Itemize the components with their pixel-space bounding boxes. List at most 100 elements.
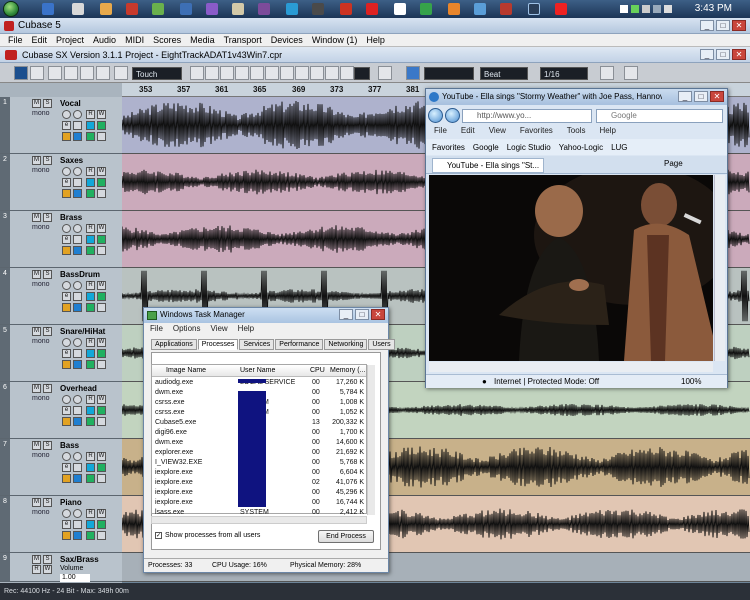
record-enable-icon[interactable]	[62, 509, 71, 518]
automation-mode-select[interactable]: Touch	[132, 67, 182, 80]
lane-icon[interactable]	[86, 178, 95, 187]
eq-icon[interactable]	[97, 246, 106, 255]
tm-menu-help[interactable]: Help	[238, 324, 254, 336]
app-icon[interactable]	[152, 3, 164, 15]
record-enable-icon[interactable]	[62, 110, 71, 119]
track-name[interactable]: Bass	[60, 441, 79, 450]
write-automation-button[interactable]: W	[43, 565, 52, 574]
lock-icon[interactable]	[62, 474, 71, 483]
lock-icon[interactable]	[62, 303, 71, 312]
stop-icon[interactable]	[64, 66, 78, 80]
column-memory[interactable]: Memory (...	[330, 367, 365, 374]
freeze-icon[interactable]	[73, 121, 82, 130]
menu-audio[interactable]: Audio	[93, 34, 116, 46]
solo-button[interactable]: S	[43, 441, 52, 450]
tm-menu-file[interactable]: File	[150, 324, 163, 336]
lane-icon[interactable]	[86, 406, 95, 415]
close-button[interactable]: ✕	[732, 20, 746, 31]
minimize-button[interactable]: _	[678, 91, 692, 102]
freeze-icon[interactable]	[73, 235, 82, 244]
lane-icon[interactable]	[86, 463, 95, 472]
close-button[interactable]: ✕	[371, 309, 385, 320]
app-icon[interactable]	[420, 3, 432, 15]
lock-icon[interactable]	[62, 531, 71, 540]
solo-button[interactable]: S	[43, 156, 52, 165]
record-enable-icon[interactable]	[62, 395, 71, 404]
tab-networking[interactable]: Networking	[324, 339, 368, 350]
range-tool-icon[interactable]	[205, 66, 219, 80]
monitor-icon[interactable]	[73, 110, 82, 119]
time-base-icon[interactable]	[97, 178, 106, 187]
solo-button[interactable]: S	[43, 213, 52, 222]
tm-menu-view[interactable]: View	[210, 324, 227, 336]
app-icon[interactable]	[100, 3, 112, 15]
eq-icon[interactable]	[97, 531, 106, 540]
column-cpu[interactable]: CPU	[310, 367, 325, 374]
favorite-link[interactable]: Google	[473, 143, 499, 152]
edit-channel-icon[interactable]: e	[62, 292, 71, 301]
maximize-button[interactable]: □	[694, 91, 708, 102]
favorite-link[interactable]: Logic Studio	[507, 143, 551, 152]
cycle-icon[interactable]	[96, 66, 110, 80]
write-automation-button[interactable]: W	[97, 452, 106, 461]
write-automation-button[interactable]: W	[97, 509, 106, 518]
minimize-button[interactable]: _	[700, 49, 714, 60]
search-input[interactable]: Google	[596, 109, 723, 123]
line-tool-icon[interactable]	[310, 66, 324, 80]
video-player[interactable]	[429, 175, 713, 361]
track-header[interactable]: 7 M S Bass mono R We	[0, 439, 122, 496]
track-name[interactable]: Piano	[60, 498, 82, 507]
app-icon[interactable]	[180, 3, 192, 15]
ie-vertical-scrollbar[interactable]	[714, 175, 725, 361]
maximize-button[interactable]: □	[716, 49, 730, 60]
track-name[interactable]: Snare/HiHat	[60, 327, 105, 336]
edit-channel-icon[interactable]: e	[62, 121, 71, 130]
menu-window[interactable]: Window (1)	[312, 34, 358, 46]
app-icon[interactable]	[42, 3, 54, 15]
menu-edit[interactable]: Edit	[32, 34, 48, 46]
record-enable-icon[interactable]	[62, 281, 71, 290]
lane-icon[interactable]	[86, 349, 95, 358]
favorites-button[interactable]: Favorites	[432, 143, 465, 152]
tab-applications[interactable]: Applications	[151, 339, 197, 350]
record-enable-icon[interactable]	[62, 167, 71, 176]
freeze-icon[interactable]	[73, 292, 82, 301]
nudge-select[interactable]	[354, 67, 370, 80]
monitor-icon[interactable]	[73, 452, 82, 461]
lane-icon[interactable]	[86, 520, 95, 529]
mute-button[interactable]: M	[32, 270, 41, 279]
read-automation-button[interactable]: R	[86, 452, 95, 461]
write-automation-button[interactable]: W	[97, 110, 106, 119]
checkbox[interactable]: ✓	[155, 532, 162, 539]
insert-icon[interactable]	[86, 189, 95, 198]
time-warp-tool-icon[interactable]	[280, 66, 294, 80]
start-button[interactable]	[3, 1, 19, 17]
address-bar[interactable]: http://www.yo...	[462, 109, 592, 123]
ie-menu-file[interactable]: File	[434, 126, 447, 138]
lane-icon[interactable]	[86, 235, 95, 244]
lane-icon[interactable]	[86, 121, 95, 130]
time-base-icon[interactable]	[97, 235, 106, 244]
edit-channel-icon[interactable]: e	[62, 349, 71, 358]
menu-project[interactable]: Project	[56, 34, 84, 46]
write-automation-button[interactable]: W	[97, 281, 106, 290]
track-header[interactable]: 5 M S Snare/HiHat mono R We	[0, 325, 122, 382]
mute-button[interactable]: M	[32, 384, 41, 393]
monitor-icon[interactable]	[73, 224, 82, 233]
insert-icon[interactable]	[86, 417, 95, 426]
track-name[interactable]: Saxes	[60, 156, 83, 165]
read-automation-button[interactable]: R	[86, 509, 95, 518]
lock-icon[interactable]	[62, 246, 71, 255]
menu-media[interactable]: Media	[190, 34, 215, 46]
favorite-link[interactable]: LUG	[611, 143, 627, 152]
lock-icon[interactable]	[62, 360, 71, 369]
app-icon[interactable]	[448, 3, 460, 15]
read-automation-button[interactable]: R	[32, 565, 41, 574]
mute-button[interactable]: M	[32, 555, 41, 564]
mute-button[interactable]: M	[32, 441, 41, 450]
insert-icon[interactable]	[86, 132, 95, 141]
forward-icon[interactable]	[445, 108, 460, 123]
zoom-tool-icon[interactable]	[250, 66, 264, 80]
show-all-processes-checkbox[interactable]: ✓ Show processes from all users	[155, 532, 260, 539]
write-automation-button[interactable]: W	[97, 338, 106, 347]
